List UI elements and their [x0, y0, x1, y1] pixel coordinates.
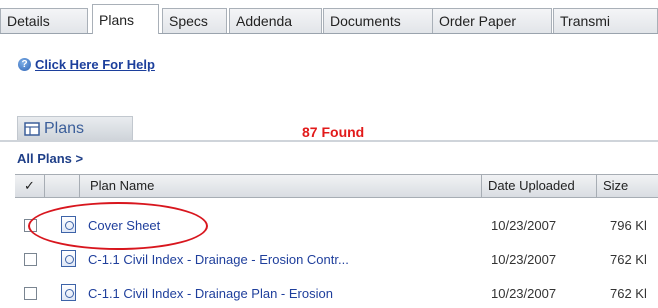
breadcrumb[interactable]: All Plans > [17, 151, 83, 166]
tab-specs[interactable]: Specs [162, 8, 227, 33]
table-row: C-1.1 Civil Index - Drainage Plan - Eros… [15, 280, 658, 308]
table-row: C-1.1 Civil Index - Drainage - Erosion C… [15, 246, 658, 274]
tab-addenda[interactable]: Addenda [229, 8, 322, 33]
plans-icon [24, 121, 40, 136]
tab-order-paper[interactable]: Order Paper [432, 8, 552, 33]
column-header-size[interactable]: Size [597, 175, 658, 197]
help-icon: ? [18, 57, 31, 71]
help-link-row[interactable]: ? Click Here For Help [18, 54, 155, 74]
tab-transmittals[interactable]: Transmi [553, 8, 658, 33]
select-all-checkbox-header[interactable]: ✓ [15, 175, 45, 197]
file-size: 796 Kl [610, 218, 647, 233]
plans-section-title: Plans [44, 119, 85, 137]
file-size: 762 Kl [610, 286, 647, 301]
date-uploaded: 10/23/2007 [491, 218, 557, 233]
tab-documents[interactable]: Documents [323, 8, 433, 33]
file-size: 762 Kl [610, 252, 647, 267]
date-uploaded: 10/23/2007 [491, 286, 557, 301]
section-divider [0, 140, 658, 142]
column-header-date-uploaded[interactable]: Date Uploaded [482, 175, 597, 197]
row-checkbox[interactable] [24, 287, 37, 300]
column-header-plan-name[interactable]: Plan Name [80, 175, 482, 197]
date-uploaded: 10/23/2007 [491, 252, 557, 267]
row-checkbox[interactable] [24, 253, 37, 266]
highlight-ellipse-annotation [28, 202, 208, 250]
plan-name-link[interactable]: C-1.1 Civil Index - Drainage Plan - Eros… [88, 286, 333, 301]
icon-column-header [45, 175, 80, 197]
plan-name-link[interactable]: C-1.1 Civil Index - Drainage - Erosion C… [88, 252, 349, 267]
document-icon[interactable] [61, 284, 76, 301]
table-header: ✓ Plan Name Date Uploaded Size [15, 174, 658, 198]
tab-bar: Details Plans Specs Addenda Documents Or… [0, 0, 658, 34]
plans-section-tab: Plans [17, 116, 133, 140]
tab-plans[interactable]: Plans [92, 4, 159, 34]
help-link[interactable]: Click Here For Help [35, 57, 155, 72]
results-count: 87 Found [302, 124, 365, 140]
document-icon[interactable] [61, 250, 76, 267]
tab-details[interactable]: Details [0, 8, 88, 33]
